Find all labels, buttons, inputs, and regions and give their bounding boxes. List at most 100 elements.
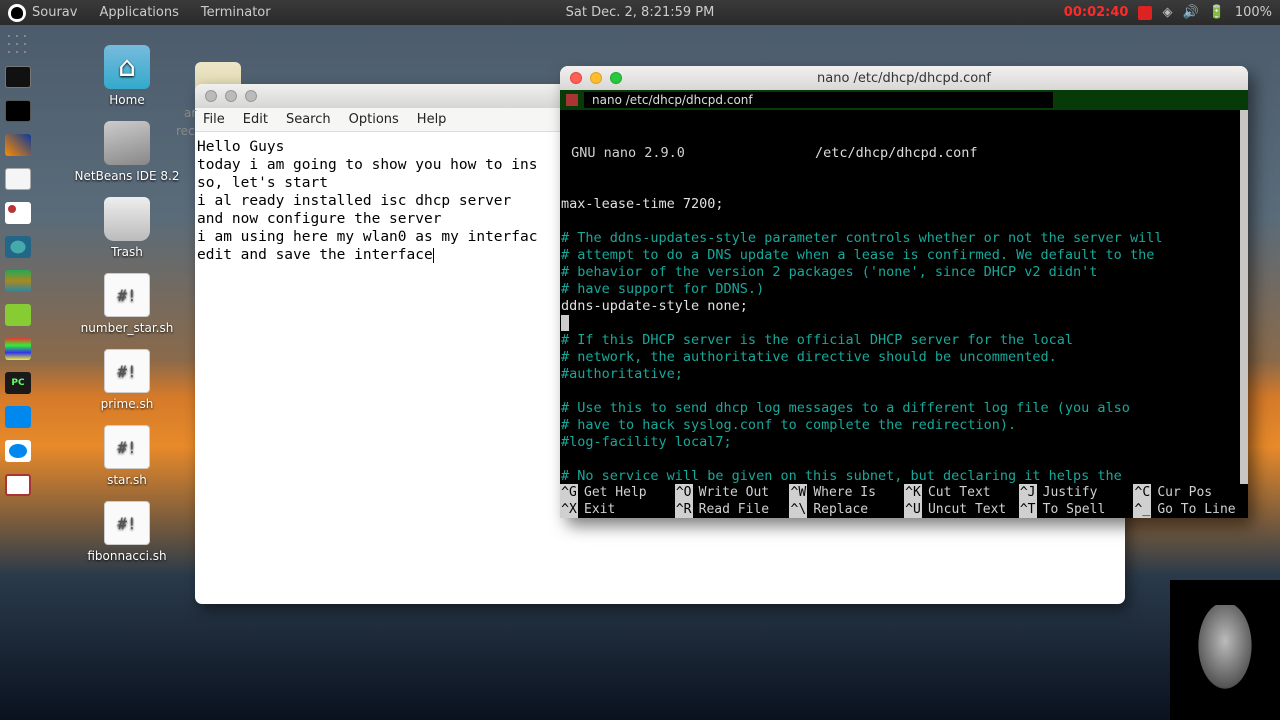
nano-key-justify[interactable]: ^JJustify [1019, 484, 1134, 501]
menu-file[interactable]: File [203, 112, 225, 127]
key-label: Read File [693, 501, 769, 518]
menu-options[interactable]: Options [349, 112, 399, 127]
sh-icon [104, 425, 150, 469]
app-grid-icon[interactable] [5, 32, 31, 54]
applications-menu[interactable]: Applications [99, 5, 178, 20]
key-chord: ^X [560, 501, 578, 518]
menu-search[interactable]: Search [286, 112, 331, 127]
nano-key-where-is[interactable]: ^WWhere Is [789, 484, 904, 501]
nano-line: # network, the authoritative directive s… [561, 349, 1239, 366]
dock: PC [5, 32, 33, 496]
nano-keybar: ^GGet Help^OWrite Out^WWhere Is^KCut Tex… [560, 484, 1248, 518]
volume-icon[interactable]: 🔊 [1182, 5, 1198, 20]
nano-key-exit[interactable]: ^XExit [560, 501, 675, 518]
truncated-label: rec [176, 124, 195, 138]
dock-sysmon-icon[interactable] [5, 270, 31, 292]
desktop-icon-star-sh[interactable]: star.sh [72, 425, 182, 487]
dock-files-icon[interactable] [5, 168, 31, 190]
nano-line [561, 213, 1239, 230]
dock-music-icon[interactable] [5, 440, 31, 462]
record-timer: 00:02:40 [1064, 5, 1129, 20]
dock-software-icon[interactable] [5, 202, 31, 224]
terminal-titlebar[interactable]: nano /etc/dhcp/dhcpd.conf [560, 66, 1248, 90]
distro-icon[interactable] [8, 4, 26, 22]
desktop-icon-label: Home [109, 93, 144, 107]
desktop-icon-number-star-sh[interactable]: number_star.sh [72, 273, 182, 335]
nano-line: # behavior of the version 2 packages ('n… [561, 264, 1239, 281]
key-label: Get Help [578, 484, 647, 501]
home-icon [104, 45, 150, 89]
top-panel: Sourav Applications Terminator Sat Dec. … [0, 0, 1280, 25]
nano-line: #log-facility local7; [561, 434, 1239, 451]
terminal-window[interactable]: nano /etc/dhcp/dhcpd.conf nano /etc/dhcp… [560, 66, 1248, 518]
nano-key-cut-text[interactable]: ^KCut Text [904, 484, 1019, 501]
desktop-icon-label: Trash [111, 245, 143, 259]
dock-firefox-icon[interactable] [5, 134, 31, 156]
truncated-label: ar [184, 106, 196, 120]
user-menu[interactable]: Sourav [32, 5, 77, 20]
terminal-content[interactable]: GNU nano 2.9.0 /etc/dhcp/dhcpd.conf max-… [560, 110, 1248, 484]
dock-terminal-icon[interactable] [5, 66, 31, 88]
window-min-icon[interactable] [225, 90, 237, 102]
desktop-icon-fibonnacci-sh[interactable]: fibonnacci.sh [72, 501, 182, 563]
key-chord: ^O [675, 484, 693, 501]
nano-line: # Use this to send dhcp log messages to … [561, 400, 1239, 417]
nano-line [561, 315, 1239, 332]
nano-line: #authoritative; [561, 366, 1239, 383]
nano-line: # have to hack syslog.conf to complete t… [561, 417, 1239, 434]
nano-app-label: GNU nano 2.9.0 [571, 145, 685, 161]
desktop-icon-label: NetBeans IDE 8.2 [75, 169, 180, 183]
record-icon[interactable] [1138, 6, 1152, 20]
nano-key-read-file[interactable]: ^RRead File [675, 501, 790, 518]
nano-line [561, 451, 1239, 468]
dock-kdenlive-icon[interactable] [5, 406, 31, 428]
nano-key-uncut-text[interactable]: ^UUncut Text [904, 501, 1019, 518]
key-chord: ^J [1019, 484, 1037, 501]
dock-konsole-icon[interactable] [5, 100, 31, 122]
dock-draw-icon[interactable] [5, 474, 31, 496]
key-chord: ^W [789, 484, 807, 501]
nano-key-get-help[interactable]: ^GGet Help [560, 484, 675, 501]
key-label: Write Out [693, 484, 769, 501]
battery-label: 100% [1235, 5, 1272, 20]
overlay-anonymous [1170, 580, 1280, 720]
terminal-tab[interactable]: nano /etc/dhcp/dhcpd.conf [560, 90, 1248, 110]
dock-pycharm-icon[interactable]: PC [5, 372, 31, 394]
window-min-icon[interactable] [590, 72, 602, 84]
key-label: Uncut Text [922, 501, 1006, 518]
battery-icon[interactable]: 🔋 [1209, 5, 1225, 20]
nano-key-go-to-line[interactable]: ^_Go To Line [1133, 501, 1248, 518]
key-label: Replace [807, 501, 868, 518]
nano-line: # No service will be given on this subne… [561, 468, 1239, 484]
wifi-icon[interactable]: ◈ [1162, 5, 1172, 20]
window-max-icon[interactable] [610, 72, 622, 84]
nano-key-cur-pos[interactable]: ^CCur Pos [1133, 484, 1248, 501]
key-label: To Spell [1037, 501, 1106, 518]
nano-key-replace[interactable]: ^\Replace [789, 501, 904, 518]
menu-edit[interactable]: Edit [243, 112, 268, 127]
nano-line: ddns-update-style none; [561, 298, 1239, 315]
key-label: Justify [1037, 484, 1098, 501]
dock-settings-icon[interactable] [5, 236, 31, 258]
key-label: Exit [578, 501, 615, 518]
nano-key-write-out[interactable]: ^OWrite Out [675, 484, 790, 501]
terminal-title: nano /etc/dhcp/dhcpd.conf [817, 71, 991, 86]
key-chord: ^C [1133, 484, 1151, 501]
nano-line: # The ddns-updates-style parameter contr… [561, 230, 1239, 247]
window-close-icon[interactable] [205, 90, 217, 102]
key-chord: ^U [904, 501, 922, 518]
desktop-icon-home[interactable]: Home [72, 45, 182, 107]
dock-android-icon[interactable] [5, 304, 31, 326]
guy-fawkes-icon [1190, 605, 1260, 695]
window-max-icon[interactable] [245, 90, 257, 102]
dock-colors-icon[interactable] [5, 338, 31, 360]
desktop-icon-prime-sh[interactable]: prime.sh [72, 349, 182, 411]
key-chord: ^R [675, 501, 693, 518]
desktop-icon-netbeans-ide-8-2[interactable]: NetBeans IDE 8.2 [72, 121, 182, 183]
nano-key-to-spell[interactable]: ^TTo Spell [1019, 501, 1134, 518]
terminator-menu[interactable]: Terminator [201, 5, 271, 20]
menu-help[interactable]: Help [417, 112, 447, 127]
window-close-icon[interactable] [570, 72, 582, 84]
nano-line: # attempt to do a DNS update when a leas… [561, 247, 1239, 264]
desktop-icon-trash[interactable]: Trash [72, 197, 182, 259]
